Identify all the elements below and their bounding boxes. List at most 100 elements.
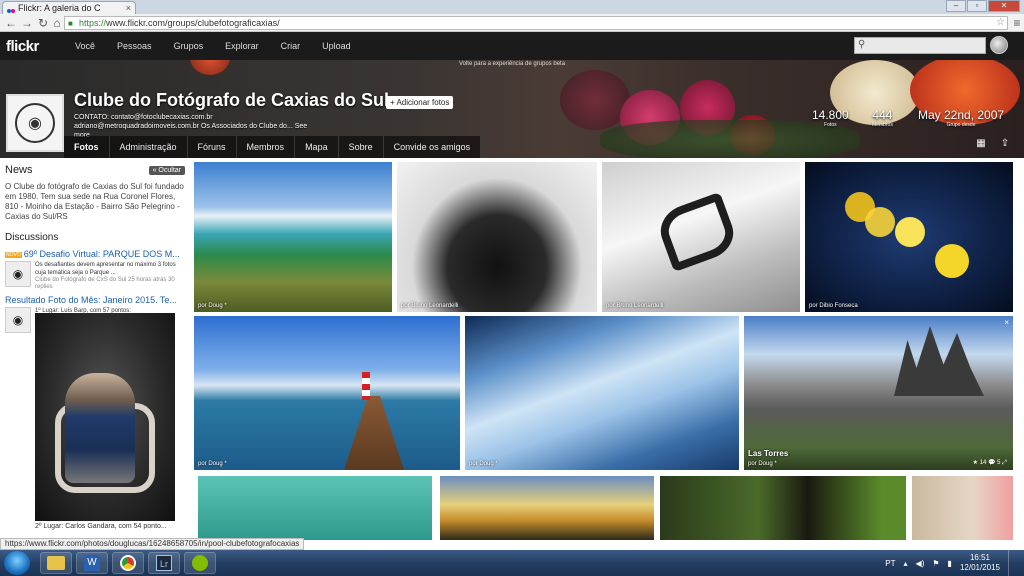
tab-sobre[interactable]: Sobre — [339, 136, 384, 158]
word-icon[interactable]: W — [76, 552, 108, 574]
clock-time: 16:51 — [969, 553, 990, 562]
windows-taskbar: W Lr PT ▴ ◀) ⚑ ▮ 16:51 12/01/2015 — [0, 550, 1024, 576]
volume-icon[interactable]: ◀) — [916, 559, 925, 568]
url-text: www.flickr.com/groups/clubefotograficaxi… — [106, 18, 280, 28]
tab-membros[interactable]: Membros — [237, 136, 296, 158]
person-shape — [65, 373, 135, 483]
discussion-item[interactable]: Resultado Foto do Mês: Janeiro 2015. Te.… — [5, 295, 185, 530]
search-input[interactable]: ⚲ — [854, 37, 986, 54]
flag-icon[interactable]: ⚑ — [932, 559, 939, 568]
flickr-logo[interactable]: flickr — [6, 38, 39, 55]
network-icon[interactable]: ▮ — [948, 559, 952, 568]
tray-arrow-icon[interactable]: ▴ — [904, 559, 908, 568]
main-nav: Você Pessoas Grupos Explorar Criar Uploa… — [75, 32, 373, 60]
photo-tile[interactable]: por Doug * — [194, 162, 392, 312]
discussion-title[interactable]: Resultado Foto do Mês: Janeiro 2015. Te.… — [5, 295, 185, 305]
home-icon[interactable]: ⌂ — [50, 16, 64, 30]
nav-pessoas[interactable]: Pessoas — [117, 41, 152, 51]
photo-tile[interactable]: × Las Torres por Doug * ★ 14 💬 5 ⤢ — [744, 316, 1013, 470]
url-input[interactable]: ■ https://www.flickr.com/groups/clubefot… — [64, 16, 1008, 30]
clock-date: 12/01/2015 — [959, 563, 1000, 572]
photo-author[interactable]: por Doug * — [748, 461, 777, 467]
news-text: O Clube do fotógrafo de Caxias do Sul fo… — [5, 182, 184, 221]
language-indicator[interactable]: PT — [885, 559, 895, 568]
discussion-body: ◉ Os desafiantes devem apresentar no máx… — [5, 261, 185, 291]
bokeh-light — [935, 244, 969, 278]
nav-upload[interactable]: Upload — [322, 41, 351, 51]
nav-criar[interactable]: Criar — [281, 41, 301, 51]
photo-author[interactable]: por Doug * — [198, 461, 227, 467]
discussion-title[interactable]: NOVO 69º Desafio Virtual: PARQUE DOS M... — [5, 249, 185, 259]
grid-view-icon[interactable]: ▦ — [972, 138, 990, 149]
nav-grupos[interactable]: Grupos — [174, 41, 204, 51]
photo-author[interactable]: por Bruno Leonardelli — [606, 303, 663, 309]
hide-button[interactable]: « Ocultar — [148, 165, 185, 175]
news-header: News « Ocultar — [5, 164, 185, 176]
beta-notice[interactable]: Volte para a experiência de grupos beta — [0, 60, 1024, 68]
photo-author[interactable]: por Bruno Leonardelli — [401, 303, 458, 309]
stat-label: Membros — [872, 122, 893, 128]
photo-tile[interactable] — [660, 476, 906, 540]
tab-title: Flickr: A galeria do C — [18, 3, 101, 13]
lock-icon: ■ — [68, 19, 73, 28]
back-icon[interactable]: ← — [4, 16, 18, 30]
photo-tile[interactable]: por Doug * — [465, 316, 739, 470]
tab-foruns[interactable]: Fóruns — [188, 136, 237, 158]
discussions-heading: Discussions — [5, 232, 59, 243]
chrome-icon[interactable] — [112, 552, 144, 574]
photo-tile[interactable] — [912, 476, 1013, 540]
mountain-peaks-shape — [894, 326, 984, 396]
minimize-icon[interactable]: – — [946, 0, 966, 12]
address-bar: ← → ↻ ⌂ ■ https://www.flickr.com/groups/… — [0, 14, 1024, 32]
photo-tile[interactable]: por Bruno Leonardelli — [397, 162, 597, 312]
discussion-photo[interactable] — [35, 313, 175, 521]
forward-icon[interactable]: → — [20, 16, 34, 30]
close-window-icon[interactable]: ✕ — [988, 0, 1020, 12]
tab-mapa[interactable]: Mapa — [295, 136, 339, 158]
bokeh-light — [865, 207, 895, 237]
bokeh-light — [895, 217, 925, 247]
photo-title[interactable]: Las Torres — [748, 449, 788, 458]
url-scheme: https:// — [79, 18, 107, 28]
contact-line: CONTATO: contato@fotoclubecaxias.com.br — [74, 114, 213, 121]
show-desktop-button[interactable] — [1008, 550, 1016, 576]
stat-since: May 22nd, 2007 Grupo desde — [918, 108, 1004, 128]
discussion-item[interactable]: NOVO 69º Desafio Virtual: PARQUE DOS M...… — [5, 249, 185, 291]
photo-stats[interactable]: ★ 14 💬 5 ⤢ — [973, 459, 1007, 467]
driftwood-shape — [653, 191, 741, 273]
tab-fotos[interactable]: Fotos — [64, 136, 110, 158]
tab-convide[interactable]: Convide os amigos — [384, 136, 482, 158]
maximize-icon[interactable]: ▫ — [967, 0, 987, 12]
menu-icon[interactable]: ≡ — [1010, 16, 1024, 30]
photo-tile[interactable]: por Bruno Leonardelli — [602, 162, 800, 312]
close-icon[interactable]: × — [1004, 318, 1009, 327]
reload-icon[interactable]: ↻ — [36, 16, 50, 30]
start-button[interactable] — [4, 551, 30, 575]
explorer-icon[interactable] — [40, 552, 72, 574]
photo-author[interactable]: por Dibio Fonseca — [809, 303, 858, 309]
photo-tile[interactable] — [440, 476, 654, 540]
spotify-icon[interactable] — [184, 552, 216, 574]
share-icon[interactable]: ⇪ — [996, 138, 1014, 149]
clock[interactable]: 16:51 12/01/2015 — [960, 553, 1000, 573]
photo-tile[interactable] — [198, 476, 432, 540]
nav-explorar[interactable]: Explorar — [225, 41, 259, 51]
add-photos-button[interactable]: + Adicionar fotos — [386, 96, 454, 109]
bookmark-star-icon[interactable]: ☆ — [996, 17, 1005, 29]
lighthouse-shape — [362, 372, 370, 400]
news-heading: News — [5, 164, 33, 176]
photo-tile[interactable]: por Dibio Fonseca — [805, 162, 1013, 312]
photo-author[interactable]: por Doug * — [198, 303, 227, 309]
view-controls: ▦ ⇪ — [972, 138, 1014, 149]
browser-tab[interactable]: Flickr: A galeria do C × — [2, 1, 136, 14]
tab-administracao[interactable]: Administração — [110, 136, 188, 158]
tab-close-icon[interactable]: × — [126, 2, 131, 14]
user-avatar[interactable] — [990, 36, 1008, 54]
flickr-favicon-icon — [7, 4, 15, 13]
lightroom-icon[interactable]: Lr — [148, 552, 180, 574]
stat-value: May 22nd, 2007 — [918, 108, 1005, 122]
photo-author[interactable]: por Doug * — [469, 461, 498, 467]
group-title: Clube do Fotógrafo de Caxias do Sul — [74, 90, 390, 110]
photo-tile[interactable]: por Doug * — [194, 316, 460, 470]
nav-voce[interactable]: Você — [75, 41, 95, 51]
